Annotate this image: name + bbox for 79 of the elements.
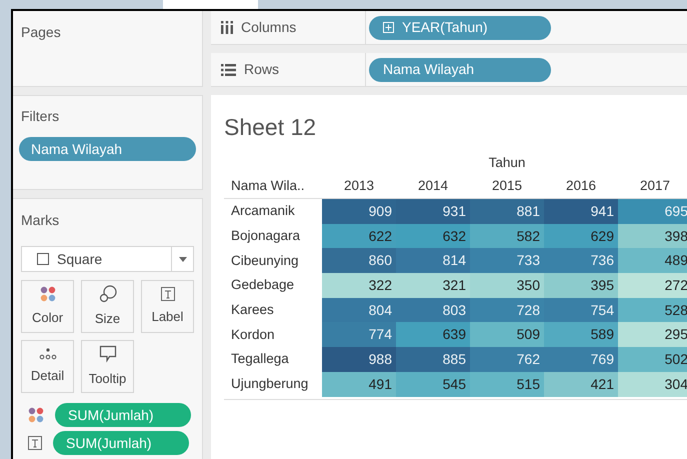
column-header: 2013 — [342, 177, 376, 196]
panel-title: Pages — [21, 24, 61, 40]
heatmap-cell: 941 — [544, 199, 618, 224]
heatmap-cell: 860 — [322, 248, 396, 274]
heatmap-cell: 629 — [544, 224, 618, 248]
heatmap-cell: 272 — [618, 273, 687, 298]
heatmap-cell: 509 — [470, 322, 544, 348]
heatmap-cell: 491 — [322, 372, 396, 396]
heatmap-cell: 988 — [322, 347, 396, 372]
heatmap-cell: 804 — [322, 298, 396, 322]
heatmap-cell: 639 — [396, 322, 470, 348]
color-dots-icon — [28, 407, 44, 423]
column-header: 2015 — [490, 177, 524, 196]
row-label: Ujungberung — [230, 375, 310, 394]
mark-card-button[interactable]: Label — [141, 280, 194, 333]
heatmap-cell: 589 — [544, 322, 618, 348]
mark-card-button[interactable]: Tooltip — [81, 340, 134, 393]
heatmap-cell: 632 — [396, 224, 470, 248]
size-circles-icon — [98, 284, 116, 303]
heatmap-cell: 885 — [396, 347, 470, 372]
speech-bubble-icon — [98, 344, 116, 363]
heatmap-cell: 774 — [322, 322, 396, 348]
row-header: Nama Wila.. — [230, 177, 306, 196]
row-label: Tegallega — [230, 350, 290, 368]
row-label: Kordon — [230, 326, 276, 344]
detail-dots-icon — [38, 348, 56, 360]
heatmap-cell: 754 — [544, 298, 618, 322]
heatmap-cell: 398 — [618, 224, 687, 248]
column-group-header: Tahun — [488, 154, 526, 172]
row-label: Bojonagara — [230, 226, 302, 245]
heatmap-cell: 695 — [618, 199, 687, 224]
column-header: 2014 — [416, 177, 450, 196]
heatmap-cell: 395 — [544, 273, 618, 298]
heatmap-cell: 803 — [396, 298, 470, 322]
heatmap-cell: 489 — [618, 248, 687, 274]
rows-icon — [221, 64, 236, 76]
mark-type-label: Square — [57, 250, 102, 269]
shelf-label: Columns — [241, 18, 296, 37]
heatmap-cell: 582 — [470, 224, 544, 248]
columns-icon — [221, 21, 233, 34]
heatmap-cell: 728 — [470, 298, 544, 322]
heatmap-cell: 736 — [544, 248, 618, 274]
panel-title: Filters — [20, 107, 60, 126]
heatmap-cell: 322 — [322, 273, 396, 298]
mark-card-button[interactable]: Detail — [21, 340, 74, 393]
heatmap-cell: 545 — [396, 372, 470, 396]
heatmap-cell: 321 — [396, 273, 470, 298]
expand-plus-icon — [383, 22, 394, 33]
heatmap-cell: 515 — [470, 372, 544, 396]
text-label-icon — [160, 286, 174, 301]
row-label: Gedebage — [230, 276, 296, 294]
sheet-title: Sheet 12 — [224, 113, 318, 141]
heatmap-cell: 295 — [618, 322, 687, 348]
square-icon — [37, 253, 49, 265]
heatmap-cell: 502 — [618, 347, 687, 372]
row-label: Karees — [230, 300, 275, 319]
column-header: 2017 — [638, 177, 672, 196]
heatmap-cell: 909 — [322, 199, 396, 224]
heatmap-cell: 528 — [618, 298, 687, 322]
heatmap-cell: 814 — [396, 248, 470, 274]
heatmap-cell: 350 — [470, 273, 544, 298]
shelf-label: Rows — [244, 60, 280, 79]
mark-card-button[interactable]: Size — [81, 280, 134, 333]
dropdown-caret-icon — [178, 256, 186, 262]
text-label-icon — [28, 436, 42, 450]
heatmap-cell: 622 — [322, 224, 396, 248]
row-label: Arcamanik — [230, 202, 296, 220]
color-dots-icon — [40, 286, 56, 302]
row-label: Cibeunying — [230, 252, 300, 270]
heatmap-cell: 733 — [470, 248, 544, 274]
heatmap-cell: 931 — [396, 199, 470, 224]
heatmap-cell: 762 — [470, 347, 544, 372]
column-header: 2016 — [564, 177, 598, 196]
mark-card-button[interactable]: Color — [21, 280, 74, 333]
heatmap-cell: 769 — [544, 347, 618, 372]
heatmap-cell: 881 — [470, 199, 544, 224]
panel-title: Marks — [21, 211, 60, 230]
heatmap-cell: 421 — [544, 372, 618, 396]
mark-type-dropdown[interactable]: Square — [21, 246, 194, 272]
